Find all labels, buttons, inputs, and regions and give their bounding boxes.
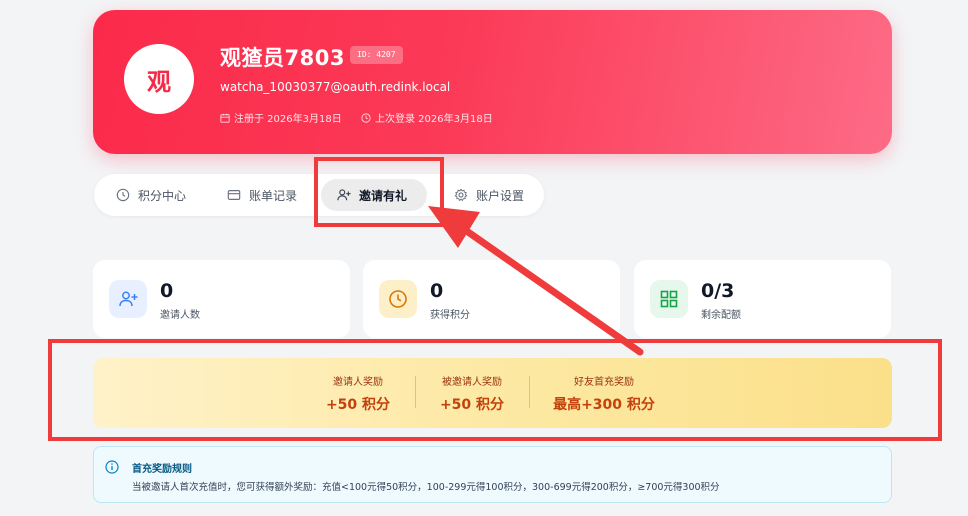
registered-date: 注册于 2026年3月18日 <box>220 110 342 125</box>
tab-account-settings[interactable]: 账户设置 <box>454 179 524 211</box>
first-topup-rules: 首充奖励规则 当被邀请人首次充值时，您可获得额外奖励：充值<100元得50积分，… <box>93 446 892 503</box>
tab-label: 邀请有礼 <box>359 188 408 203</box>
reward-first-topup: 好友首充奖励 最高+300 积分 <box>539 358 669 428</box>
profile-header: 观 观猹员7803 ID: 4207 watcha_10030377@oauth… <box>93 10 892 154</box>
stat-label: 邀请人数 <box>160 310 200 321</box>
tab-label: 账单记录 <box>249 188 298 203</box>
grid-icon <box>650 280 688 318</box>
username: 观猹员7803 <box>220 46 345 70</box>
registered-date-text: 注册于 2026年3月18日 <box>234 114 342 125</box>
clock-icon <box>379 280 417 318</box>
clock-icon <box>116 188 130 202</box>
reward-value: +50 积分 <box>325 397 391 413</box>
reward-value: +50 积分 <box>439 397 505 413</box>
reward-title: 被邀请人奖励 <box>442 377 502 388</box>
stat-label: 获得积分 <box>430 310 470 321</box>
user-plus-icon <box>337 189 351 201</box>
tab-label: 积分中心 <box>138 188 187 203</box>
tab-invite[interactable]: 邀请有礼 <box>321 179 428 211</box>
stat-card-invited-count: 0 邀请人数 <box>93 260 350 338</box>
tab-points-center[interactable]: 积分中心 <box>116 179 186 211</box>
reward-value: 最高+300 积分 <box>553 397 655 413</box>
reward-divider <box>415 376 416 408</box>
info-text: 当被邀请人首次充值时，您可获得额外奖励：充值<100元得50积分，100-299… <box>132 482 720 493</box>
last-login-text: 上次登录 2026年3月18日 <box>375 114 493 125</box>
tab-label: 账户设置 <box>476 188 525 203</box>
stat-value: 0 <box>430 280 444 302</box>
stat-value: 0 <box>160 280 174 302</box>
reward-title: 好友首充奖励 <box>574 377 634 388</box>
calendar-icon <box>220 113 230 123</box>
reward-inviter: 邀请人奖励 +50 积分 <box>308 358 408 428</box>
last-login: 上次登录 2026年3月18日 <box>361 110 493 125</box>
stat-label: 剩余配额 <box>701 310 741 321</box>
info-title: 首充奖励规则 <box>132 464 192 475</box>
stat-value: 0/3 <box>701 280 735 302</box>
tab-billing[interactable]: 账单记录 <box>227 179 297 211</box>
info-icon <box>105 460 119 474</box>
user-email: watcha_10030377@oauth.redink.local <box>220 80 451 94</box>
reward-divider <box>529 376 530 408</box>
avatar: 观 <box>124 44 194 114</box>
stat-card-remaining-quota: 0/3 剩余配额 <box>634 260 891 338</box>
card-icon <box>227 190 241 200</box>
clock-icon <box>361 112 371 123</box>
reward-title: 邀请人奖励 <box>333 377 383 388</box>
gear-icon <box>454 188 468 202</box>
stat-card-earned-points: 0 获得积分 <box>363 260 620 338</box>
reward-banner: 邀请人奖励 +50 积分 被邀请人奖励 +50 积分 好友首充奖励 最高+300… <box>93 358 892 428</box>
user-plus-icon <box>109 280 147 318</box>
user-id-badge: ID: 4207 <box>350 46 403 64</box>
tab-bar: 积分中心 账单记录 邀请有礼 账户设置 <box>94 174 544 216</box>
reward-invitee: 被邀请人奖励 +50 积分 <box>422 358 522 428</box>
